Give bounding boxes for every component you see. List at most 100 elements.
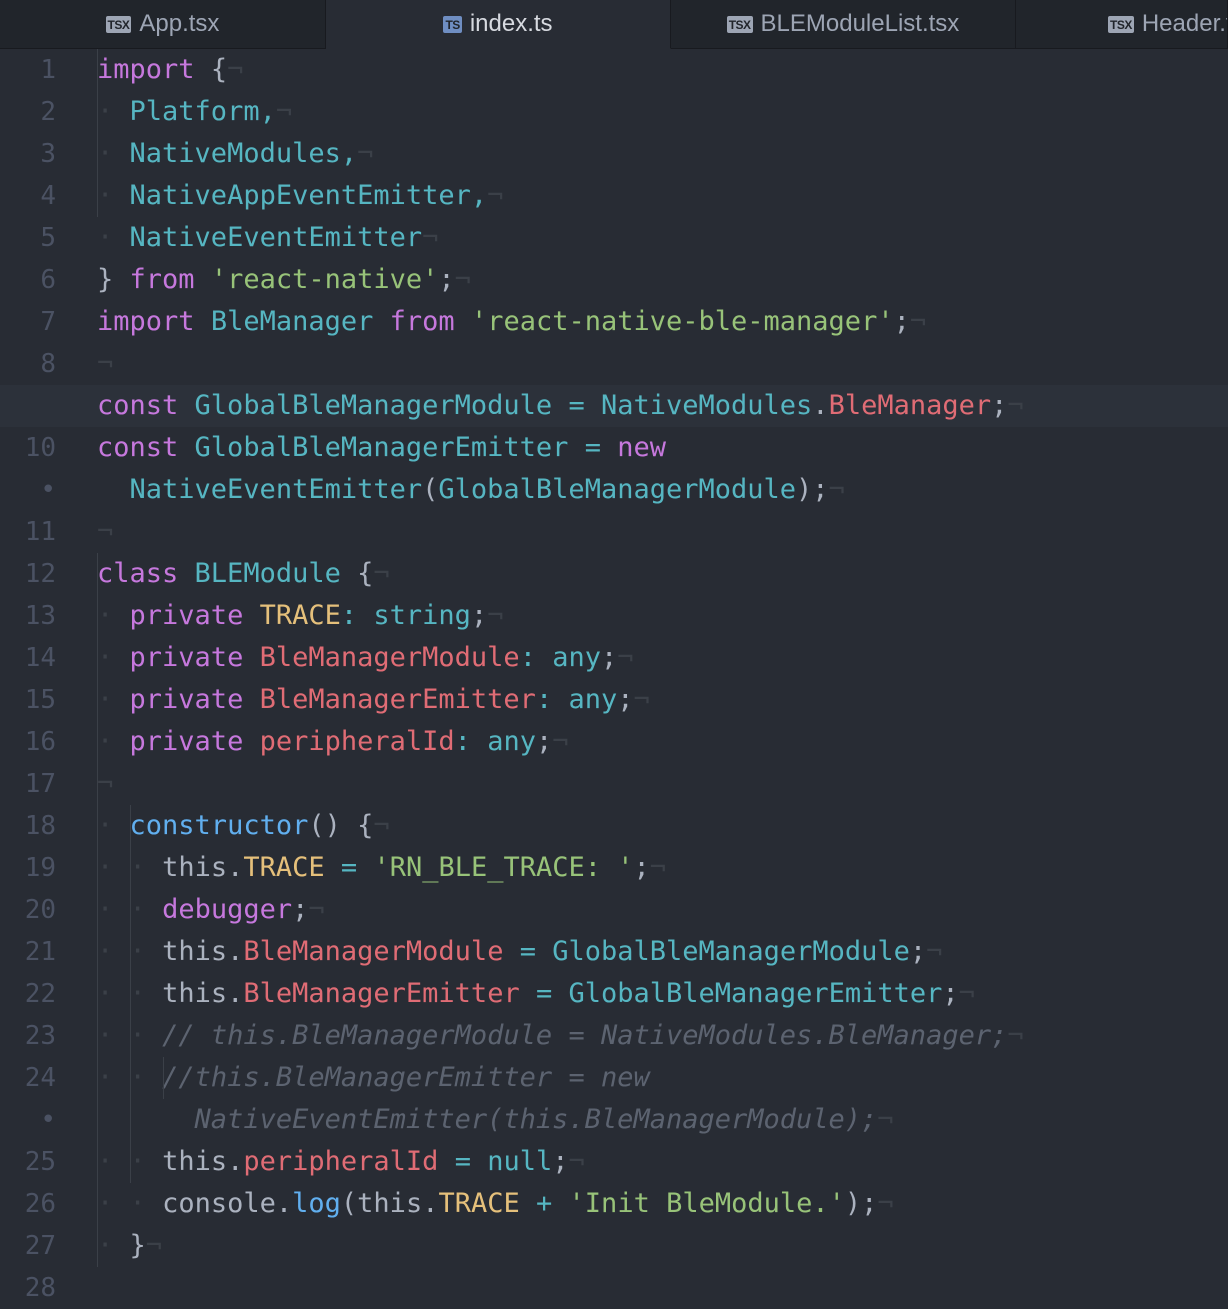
property: BleManagerEmitter (259, 684, 536, 715)
line-number[interactable]: 14 (0, 637, 72, 679)
tab-label: BLEModuleList.tsx (760, 10, 960, 37)
ts-file-icon: TS (443, 15, 462, 33)
wrap-indicator[interactable]: • (0, 469, 72, 511)
code-line-27[interactable]: · }¬ (97, 1225, 1228, 1267)
line-number[interactable]: 16 (0, 721, 72, 763)
ws-marker: · (129, 1020, 146, 1051)
eol-marker: ¬ (487, 600, 504, 631)
ws-marker: · (97, 978, 114, 1009)
line-number[interactable]: 25 (0, 1141, 72, 1183)
identifier: NativeEventEmitter (129, 222, 423, 253)
code-line-10[interactable]: const GlobalBleManagerEmitter = new (97, 427, 1228, 469)
line-number[interactable]: 22 (0, 973, 72, 1015)
tab-bar: TSX App.tsx TS index.ts TSX BLEModuleLis… (0, 0, 1228, 49)
tab-index-ts[interactable]: TS index.ts (326, 0, 671, 49)
code-line-1[interactable]: import {¬ (97, 49, 1228, 91)
line-number[interactable]: 11 (0, 511, 72, 553)
tab-header-tsx[interactable]: TSX Header.tsx (1016, 0, 1228, 48)
punct: . (422, 1188, 439, 1219)
punct: ( (340, 1188, 358, 1219)
line-number[interactable]: 27 (0, 1225, 72, 1267)
code-area[interactable]: import {¬ · Platform,¬ · NativeModules,¬… (0, 49, 1228, 1309)
line-number[interactable]: 15 (0, 679, 72, 721)
code-line-5[interactable]: · NativeEventEmitter¬ (97, 217, 1228, 259)
punct: . (227, 978, 244, 1009)
punct: ); (844, 1188, 878, 1219)
eol-marker: ¬ (877, 1104, 894, 1135)
code-line-16[interactable]: · private peripheralId: any;¬ (97, 721, 1228, 763)
code-line-26[interactable]: · · console.log(this.TRACE + 'Init BleMo… (97, 1183, 1228, 1225)
eol-marker: ¬ (275, 96, 293, 127)
line-number[interactable]: 18 (0, 805, 72, 847)
line-number[interactable]: 17 (0, 763, 72, 805)
code-line-4[interactable]: · NativeAppEventEmitter,¬ (97, 175, 1228, 217)
keyword: const (97, 432, 179, 463)
ws-marker: · (97, 684, 114, 715)
code-line-17[interactable]: ¬ (97, 763, 1228, 805)
indent-guide (97, 973, 98, 1015)
keyword: new (617, 432, 666, 463)
line-number[interactable]: 23 (0, 1015, 72, 1057)
line-number[interactable]: 13 (0, 595, 72, 637)
keyword: private (129, 600, 244, 631)
code-line-22[interactable]: · · this.BleManagerEmitter = GlobalBleMa… (97, 973, 1228, 1015)
line-number[interactable]: 12 (0, 553, 72, 595)
line-number[interactable]: 1 (0, 49, 72, 91)
indent-guide (97, 1015, 98, 1057)
code-line-23[interactable]: · · // this.BleManagerModule = NativeMod… (97, 1015, 1228, 1057)
punct: ; (942, 978, 959, 1009)
line-number[interactable]: 28 (0, 1267, 72, 1309)
code-line-11[interactable]: ¬ (97, 511, 1228, 553)
ws-marker: · (97, 1062, 114, 1093)
code-line-9[interactable]: const GlobalBleManagerModule = NativeMod… (0, 385, 1228, 427)
code-line-2[interactable]: · Platform,¬ (97, 91, 1228, 133)
code-line-19[interactable]: · · this.TRACE = 'RN_BLE_TRACE: ';¬ (97, 847, 1228, 889)
operator: = (535, 978, 553, 1009)
tab-app-tsx[interactable]: TSX App.tsx (0, 0, 326, 48)
operator: = (454, 1146, 471, 1177)
indent-guide (97, 763, 98, 805)
string: 'react-native' (210, 264, 439, 295)
code-line-8[interactable]: ¬ (97, 343, 1228, 385)
indent-guide (163, 1057, 164, 1099)
code-line-25[interactable]: · · this.peripheralId = null;¬ (97, 1141, 1228, 1183)
punct: { (357, 558, 374, 589)
ws-marker: · (97, 726, 114, 757)
code-line-20[interactable]: · · debugger;¬ (97, 889, 1228, 931)
line-number[interactable]: 26 (0, 1183, 72, 1225)
indent-guide (97, 1183, 98, 1225)
code-line-18[interactable]: · constructor() {¬ (97, 805, 1228, 847)
code-line-21[interactable]: · · this.BleManagerModule = GlobalBleMan… (97, 931, 1228, 973)
code-line-15[interactable]: · private BleManagerEmitter: any;¬ (97, 679, 1228, 721)
line-number[interactable]: 2 (0, 91, 72, 133)
eol-marker: ¬ (145, 1230, 163, 1261)
eol-marker: ¬ (454, 264, 471, 295)
code-line-7[interactable]: import BleManager from 'react-native-ble… (97, 301, 1228, 343)
line-number[interactable]: 20 (0, 889, 72, 931)
line-number[interactable]: 19 (0, 847, 72, 889)
ws-marker: · (129, 1062, 146, 1093)
line-number[interactable]: 5 (0, 217, 72, 259)
code-line-10-wrap[interactable]: NativeEventEmitter(GlobalBleManagerModul… (97, 469, 1228, 511)
code-line-14[interactable]: · private BleManagerModule: any;¬ (97, 637, 1228, 679)
line-number[interactable]: 10 (0, 427, 72, 469)
code-line-13[interactable]: · private TRACE: string;¬ (97, 595, 1228, 637)
code-line-12[interactable]: class BLEModule {¬ (97, 553, 1228, 595)
tab-blemodulelist-tsx[interactable]: TSX BLEModuleList.tsx (671, 0, 1016, 48)
line-number[interactable]: 21 (0, 931, 72, 973)
line-number[interactable]: 8 (0, 343, 72, 385)
code-line-6[interactable]: } from 'react-native';¬ (97, 259, 1228, 301)
line-number[interactable]: 3 (0, 133, 72, 175)
wrap-indicator[interactable]: • (0, 1099, 72, 1141)
line-number[interactable]: 6 (0, 259, 72, 301)
line-number[interactable]: 7 (0, 301, 72, 343)
code-line-24[interactable]: · · //this.BleManagerEmitter = new (97, 1057, 1228, 1099)
code-line-3[interactable]: · NativeModules,¬ (97, 133, 1228, 175)
code-editor[interactable]: 12345678910•1112131415161718192021222324… (0, 49, 1228, 1303)
tab-label: Header.tsx (1141, 10, 1227, 37)
line-number-gutter[interactable]: 12345678910•1112131415161718192021222324… (0, 49, 72, 1309)
code-line-24-wrap[interactable]: NativeEventEmitter(this.BleManagerModule… (97, 1099, 1228, 1141)
code-line-28[interactable] (97, 1267, 1228, 1309)
line-number[interactable]: 24 (0, 1057, 72, 1099)
line-number[interactable]: 4 (0, 175, 72, 217)
